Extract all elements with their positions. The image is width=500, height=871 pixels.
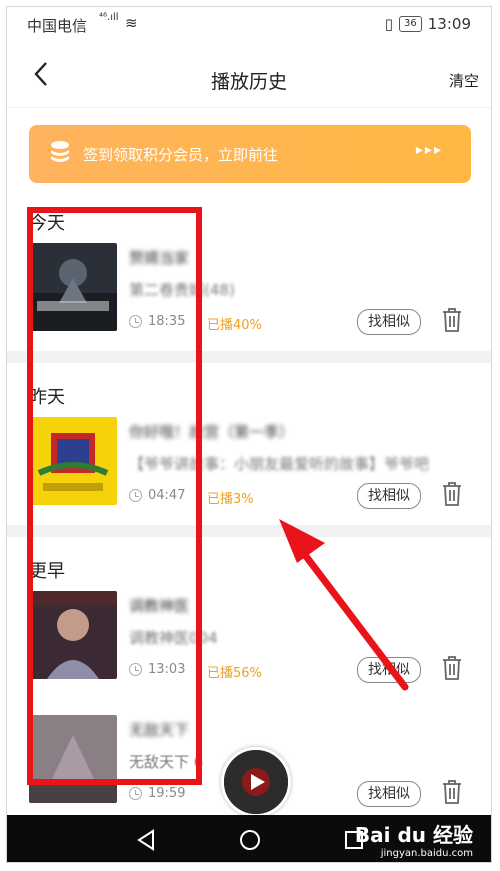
find-similar-button[interactable]: 找相似: [357, 309, 421, 335]
played-progress: 已播3%: [207, 492, 254, 507]
nav-home-icon[interactable]: [239, 829, 261, 855]
clock-time: 13:09: [427, 15, 471, 33]
baidu-watermark: Bai du 经验 jingyan.baidu.com: [355, 819, 473, 859]
arrows-icon: ▸▸▸: [415, 142, 443, 158]
clock-icon: [129, 787, 142, 800]
trash-icon[interactable]: [441, 655, 463, 681]
time-label: 19:59: [148, 786, 186, 801]
played-progress: 已播40%: [207, 318, 262, 333]
find-similar-button[interactable]: 找相似: [357, 781, 421, 807]
watermark-brand: Bai du 经验: [354, 823, 473, 847]
subtitle-visible: 爷爷吧: [384, 455, 430, 473]
checkin-banner[interactable]: 签到领取积分会员，立即前往 ▸▸▸: [29, 125, 471, 183]
coin-stack-icon: [49, 140, 71, 166]
vibrate-icon: ▯: [384, 15, 394, 33]
watermark-url: jingyan.baidu.com: [380, 848, 473, 859]
page-title: 播放历史: [210, 71, 287, 93]
trash-icon[interactable]: [441, 779, 463, 805]
play-time: 19:59: [129, 786, 185, 801]
battery-icon: 36: [399, 16, 422, 32]
subtitle-visible: 48): [209, 281, 235, 299]
banner-text: 签到领取积分会员，立即前往: [83, 146, 279, 164]
carrier-name: 中国电信: [27, 17, 88, 35]
mini-player[interactable]: [221, 747, 291, 817]
find-similar-button[interactable]: 找相似: [357, 657, 421, 683]
trash-icon[interactable]: [441, 307, 463, 333]
status-bar: 中国电信 ⁴⁶.ıll ≋ ▯ 36 13:09: [7, 7, 491, 41]
system-nav-bar: Bai du 经验 jingyan.baidu.com: [7, 815, 491, 862]
wifi-icon: ≋: [125, 14, 138, 32]
annotation-highlight-box: [27, 207, 202, 785]
trash-icon[interactable]: [441, 481, 463, 507]
nav-back-icon[interactable]: [135, 829, 157, 855]
clear-button[interactable]: 清空: [449, 70, 479, 91]
played-progress: 已播56%: [207, 666, 262, 681]
app-header: 播放历史 清空: [7, 51, 491, 108]
signal-icon: ⁴⁶.ıll: [99, 12, 119, 23]
find-similar-button[interactable]: 找相似: [357, 483, 421, 509]
phone-screen: 中国电信 ⁴⁶.ıll ≋ ▯ 36 13:09 播放历史 清空 签到领取积分会…: [6, 6, 492, 863]
